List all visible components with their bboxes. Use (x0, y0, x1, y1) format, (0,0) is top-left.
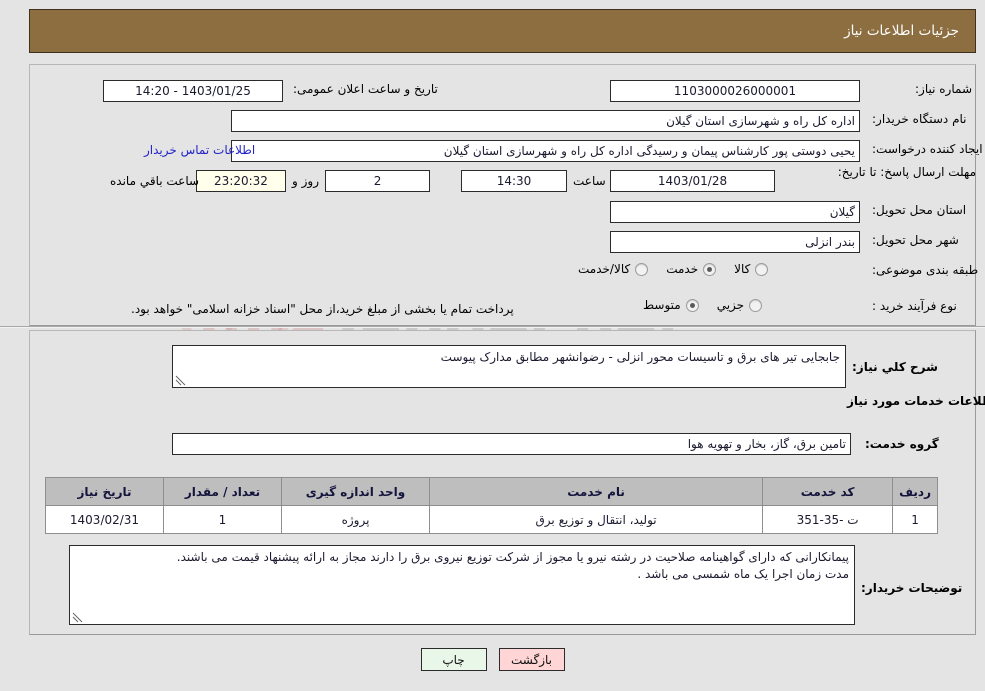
general-desc-label: شرح کلي نیاز: (852, 360, 938, 374)
cell-service-code: ت -35-351 (762, 505, 894, 534)
delivery-province-label: استان محل تحویل: (872, 203, 967, 217)
need-info-panel (29, 64, 976, 326)
back-button[interactable]: بازگشت (498, 648, 565, 671)
deadline-time-value: 14:30 (461, 170, 567, 192)
service-group-value: تامین برق، گاز، بخار و تهویه هوا (172, 433, 851, 455)
category-radio-group: کالا خدمت کالا/خدمت (560, 262, 769, 276)
service-group-label-wrap: گروه خدمت: (865, 437, 939, 451)
radio-icon[interactable] (685, 298, 699, 312)
treasury-note: پرداخت تمام یا بخشی از مبلغ خرید،از محل … (131, 302, 514, 316)
buyer-org-label: نام دستگاه خریدار: (872, 112, 967, 126)
remaining-days-label: روز و (292, 174, 319, 188)
buyer-notes-line-1: پیمانکارانی که دارای گواهینامه صلاحیت در… (176, 550, 849, 564)
buyer-notes-line-2: مدت زمان اجرا یک ماه شمسی می باشد . (637, 567, 849, 581)
announce-datetime-label-wrap: تاریخ و ساعت اعلان عمومی: (293, 82, 438, 96)
cell-need-date: 1403/02/31 (45, 505, 164, 534)
requester-value: یحیی دوستی پور کارشناس پیمان و رسیدگی اد… (231, 140, 860, 162)
page-header: جزئیات اطلاعات نیاز (29, 9, 976, 53)
delivery-city-label-wrap: شهر محل تحویل: (872, 233, 959, 247)
print-button[interactable]: چاپ (420, 648, 487, 671)
deadline-hour-label: ساعت (573, 174, 606, 188)
deadline-label-wrap: مهلت ارسال پاسخ: تا تاریخ: (837, 165, 976, 180)
services-section-title-wrap: اطلاعات خدمات مورد نیاز (847, 394, 985, 408)
need-number-value: 1103000026000001 (610, 80, 860, 102)
buyer-org-value: اداره کل راه و شهرسازی استان گیلان (231, 110, 860, 132)
process-type-option-motevaset-label: متوسط (643, 298, 681, 312)
col-service-code: کد خدمت (762, 477, 894, 506)
col-service-name: نام خدمت (428, 477, 764, 506)
table-header-row: ردیف کد خدمت نام خدمت واحد اندازه گیری ت… (45, 477, 938, 506)
need-number-label: شماره نیاز: (915, 82, 972, 96)
need-number-label-wrap: شماره نیاز: (872, 82, 972, 96)
deadline-label: مهلت ارسال پاسخ: تا تاریخ: (837, 165, 976, 179)
buyer-notes-label-wrap: توضیحات خریدار: (861, 581, 962, 595)
announce-datetime-value: 1403/01/25 - 14:20 (103, 80, 283, 102)
countdown-timer: 23:20:32 (196, 170, 286, 192)
process-type-radio-group: جزیي متوسط (625, 298, 763, 312)
category-option-khedmat-label: خدمت (666, 262, 699, 276)
buyer-notes-label: توضیحات خریدار: (861, 581, 963, 595)
radio-icon[interactable] (703, 262, 717, 276)
buyer-contact-link[interactable]: اطلاعات تماس خریدار (144, 143, 255, 157)
process-type-option-jozee-label: جزیي (716, 298, 745, 312)
cell-unit: پروژه (281, 505, 430, 534)
action-button-bar: بازگشت چاپ (0, 648, 985, 671)
service-group-label: گروه خدمت: (865, 437, 939, 451)
services-section-title: اطلاعات خدمات مورد نیاز (847, 394, 985, 408)
cell-row-no: 1 (892, 505, 938, 534)
buyer-org-label-wrap: نام دستگاه خریدار: (872, 112, 967, 126)
process-type-option-motevaset[interactable]: متوسط (643, 298, 699, 312)
remaining-hours-label: ساعت باقي مانده (110, 174, 200, 188)
page-root: AnaTender.net جزئیات اطلاعات نیاز شماره … (0, 0, 985, 691)
col-row-no: ردیف (892, 477, 938, 506)
radio-icon[interactable] (635, 262, 649, 276)
radio-icon[interactable] (755, 262, 769, 276)
announce-datetime-label: تاریخ و ساعت اعلان عمومی: (293, 82, 438, 96)
page-title: جزئیات اطلاعات نیاز (844, 23, 959, 39)
section-divider (0, 326, 985, 328)
general-desc-textarea[interactable]: جابجایی تیر های برق و تاسیسات محور انزلی… (172, 345, 846, 388)
services-table: ردیف کد خدمت نام خدمت واحد اندازه گیری ت… (45, 477, 938, 534)
delivery-city-value: بندر انزلی (610, 231, 860, 253)
category-label: طبقه بندی موضوعی: (872, 263, 979, 277)
delivery-province-value: گیلان (610, 201, 860, 223)
category-label-wrap: طبقه بندی موضوعی: (872, 263, 978, 277)
requester-label-wrap: ایجاد کننده درخواست: (872, 142, 983, 156)
resize-handle-icon[interactable] (72, 612, 83, 623)
remaining-days-value: 2 (325, 170, 430, 192)
category-option-kala-khedmat-label: کالا/خدمت (578, 262, 631, 276)
col-need-date: تاریخ نیاز (45, 477, 164, 506)
delivery-city-label: شهر محل تحویل: (872, 233, 959, 247)
deadline-date-value: 1403/01/28 (610, 170, 775, 192)
resize-handle-icon[interactable] (175, 375, 186, 386)
col-unit: واحد اندازه گیری (281, 477, 430, 506)
requester-label: ایجاد کننده درخواست: (872, 142, 983, 156)
process-type-option-jozee[interactable]: جزیي (716, 298, 763, 312)
radio-icon[interactable] (749, 298, 763, 312)
buyer-notes-textarea[interactable]: پیمانکارانی که دارای گواهینامه صلاحیت در… (69, 545, 855, 625)
category-option-kala-label: کالا (734, 262, 751, 276)
cell-quantity: 1 (163, 505, 282, 534)
general-desc-value: جابجایی تیر های برق و تاسیسات محور انزلی… (440, 350, 840, 364)
process-type-label-wrap: نوع فرآیند خرید : (872, 299, 957, 313)
category-option-kala[interactable]: کالا (734, 262, 769, 276)
col-quantity: تعداد / مقدار (163, 477, 282, 506)
delivery-province-label-wrap: استان محل تحویل: (872, 203, 966, 217)
general-desc-label-wrap: شرح کلي نیاز: (852, 360, 938, 374)
table-row: 1 ت -35-351 تولید، انتقال و توزیع برق پر… (45, 505, 938, 534)
cell-service-name: تولید، انتقال و توزیع برق (428, 505, 764, 534)
category-option-kala-khedmat[interactable]: کالا/خدمت (578, 262, 649, 276)
process-type-label: نوع فرآیند خرید : (872, 299, 957, 313)
category-option-khedmat[interactable]: خدمت (666, 262, 717, 276)
